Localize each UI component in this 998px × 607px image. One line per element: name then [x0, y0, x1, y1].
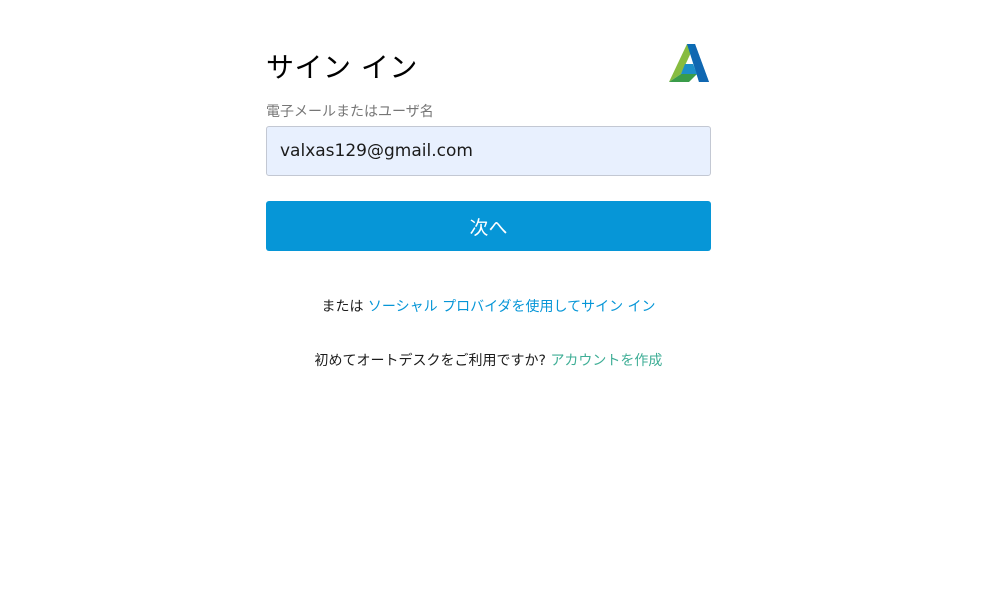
social-prefix-text: または — [321, 299, 364, 315]
social-sign-in-link[interactable]: ソーシャル プロバイダを使用してサイン イン — [368, 299, 656, 315]
next-button[interactable]: 次へ — [266, 201, 711, 251]
header-row: サイン イン — [266, 38, 711, 88]
create-account-line: 初めてオートデスクをご利用ですか? アカウントを作成 — [266, 350, 711, 370]
social-sign-in-line: または ソーシャル プロバイダを使用してサイン イン — [266, 296, 711, 316]
page-title: サイン イン — [266, 51, 418, 84]
create-prefix-text: 初めてオートデスクをご利用ですか? — [314, 353, 546, 369]
email-field[interactable] — [266, 126, 711, 176]
create-account-link[interactable]: アカウントを作成 — [550, 353, 662, 369]
sign-in-card: サイン イン 電子メールまたはユーザ名 次へ または ソーシャル プロバイダを使… — [266, 38, 711, 369]
email-label: 電子メールまたはユーザ名 — [266, 104, 434, 120]
autodesk-logo-icon — [669, 44, 709, 82]
